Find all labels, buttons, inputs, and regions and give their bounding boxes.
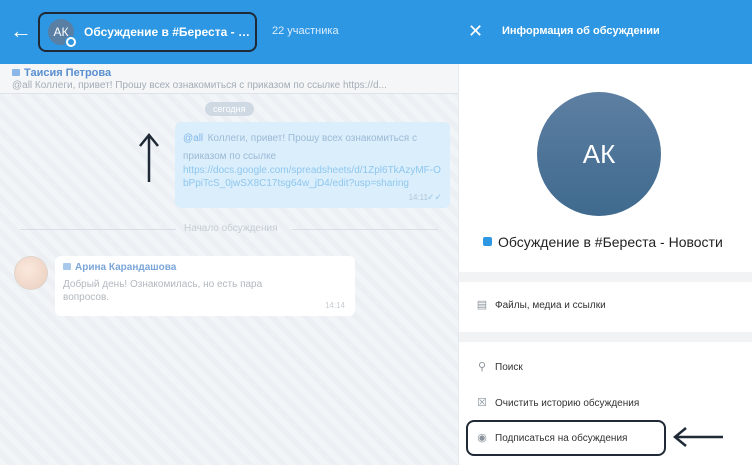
chat-title-button[interactable]: АК Обсуждение в #Береста - Нов... xyxy=(38,12,257,52)
group-name: Обсуждение в #Береста - Новости xyxy=(483,234,723,250)
section-divider xyxy=(459,332,752,342)
avatar: АК xyxy=(537,92,661,216)
message-author: Арина Карандашова xyxy=(63,262,347,273)
chat-header: ← АК Обсуждение в #Береста - Нов... 22 у… xyxy=(0,0,458,64)
arrow-left-icon[interactable]: ← xyxy=(10,20,32,42)
participants-count[interactable]: 22 участника xyxy=(272,25,339,37)
divider-line xyxy=(292,229,438,230)
lock-icon xyxy=(63,263,71,270)
pinned-author-name: Таисия Петрова xyxy=(24,67,112,79)
search-label: Поиск xyxy=(495,361,523,373)
message-time: 14:14 xyxy=(324,301,345,310)
info-pane: АК Обсуждение в #Береста - Новости ▤ Фай… xyxy=(458,64,752,465)
pinned-text: @all Коллеги, привет! Прошу всех ознаком… xyxy=(12,80,387,91)
files-media-links-item[interactable]: ▤ Файлы, медиа и ссылки xyxy=(475,294,606,316)
date-separator: сегодня xyxy=(205,102,254,116)
pinned-message[interactable]: Таисия Петрова @all Коллеги, привет! Про… xyxy=(0,64,458,94)
chat-pane: Таисия Петрова @all Коллеги, привет! Про… xyxy=(0,64,458,465)
close-icon[interactable]: ✕ xyxy=(468,20,483,42)
status-badge xyxy=(65,36,77,48)
chat-title: Обсуждение в #Береста - Нов... xyxy=(84,25,255,39)
group-name-text: Обсуждение в #Береста - Новости xyxy=(498,234,723,250)
read-check-icon: ✓✓ xyxy=(426,192,442,202)
discussion-start-divider: Начало обсуждения xyxy=(0,222,458,236)
lock-icon xyxy=(12,69,20,76)
avatar[interactable] xyxy=(14,256,48,290)
clear-icon: ☒ xyxy=(477,397,487,409)
section-divider xyxy=(459,272,752,282)
message-mention[interactable]: @all xyxy=(183,133,203,144)
divider-label: Начало обсуждения xyxy=(184,223,278,234)
files-media-links-label: Файлы, медиа и ссылки xyxy=(495,299,606,311)
message-text: Коллеги, привет! Прошу всех ознакомиться… xyxy=(183,133,417,162)
info-panel-title: Информация об обсуждении xyxy=(502,25,660,37)
message-time: 14:11 xyxy=(408,193,428,202)
clear-history-item[interactable]: ☒ Очистить историю обсуждения xyxy=(475,392,639,414)
clear-history-label: Очистить историю обсуждения xyxy=(495,397,640,409)
channel-icon xyxy=(483,237,492,246)
top-bar: ← АК Обсуждение в #Береста - Нов... 22 у… xyxy=(0,0,752,64)
divider-line xyxy=(20,229,176,230)
message-text: Добрый день! Ознакомилась, но есть пара … xyxy=(63,279,263,303)
folder-icon: ▤ xyxy=(476,299,488,311)
avatar-initials: АК xyxy=(582,139,616,169)
message-author-name: Арина Карандашова xyxy=(75,262,177,273)
avatar: АК xyxy=(48,19,77,48)
own-message[interactable]: @all Коллеги, привет! Прошу всех ознаком… xyxy=(175,122,450,208)
search-icon: ⚲ xyxy=(477,361,487,373)
incoming-message[interactable]: Арина Карандашова Добрый день! Ознакомил… xyxy=(55,256,355,316)
subscribe-label: Подписаться на обсуждения xyxy=(495,432,628,444)
search-item[interactable]: ⚲ Поиск xyxy=(475,356,523,378)
eye-icon: ◉ xyxy=(477,432,487,444)
annotation-arrow-left-icon xyxy=(673,427,723,447)
subscribe-item[interactable]: ◉ Подписаться на обсуждения xyxy=(475,427,627,449)
message-link[interactable]: https://docs.google.com/spreadsheets/d/1… xyxy=(183,164,442,190)
info-header: ✕ Информация об обсуждении xyxy=(458,0,752,64)
pinned-author: Таисия Петрова xyxy=(12,67,111,79)
annotation-arrow-up-icon xyxy=(139,133,159,182)
